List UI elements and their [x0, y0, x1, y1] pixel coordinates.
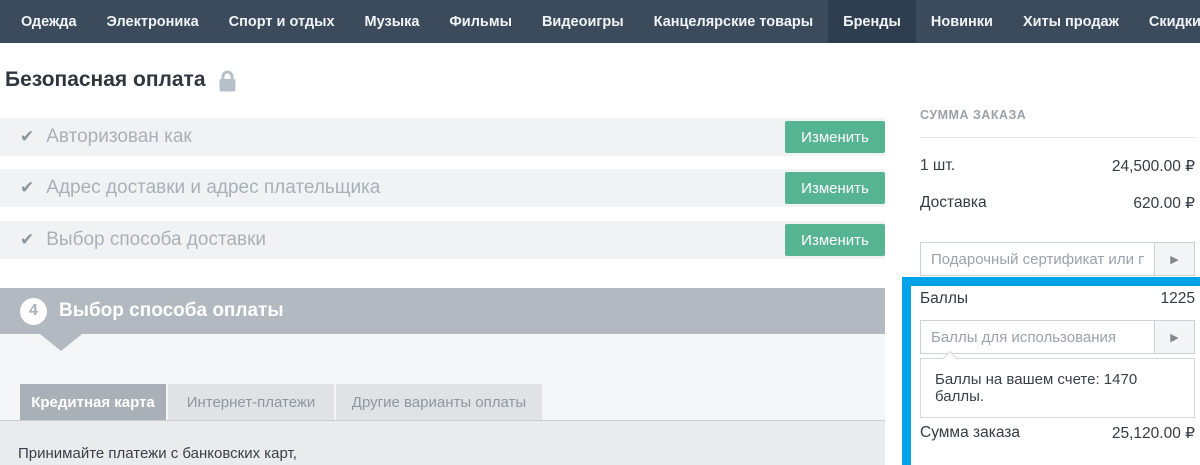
- nav-item-clothes[interactable]: Одежда: [6, 0, 92, 43]
- step-label: Авторизован как: [46, 126, 191, 148]
- total-label: Сумма заказа: [920, 424, 1020, 443]
- change-auth-button[interactable]: Изменить: [785, 121, 885, 153]
- line-label: 1 шт.: [920, 157, 955, 176]
- divider: [920, 137, 1195, 138]
- step-label: Адрес доставки и адрес плательщика: [46, 177, 380, 199]
- tab-content-panel: Принимайте платежи с банковских карт,: [0, 420, 885, 465]
- points-label: Баллы: [920, 290, 968, 308]
- total-value: 25,120.00 ₽: [1112, 424, 1195, 443]
- nav-item-movies[interactable]: Фильмы: [434, 0, 527, 43]
- line-label: Доставка: [920, 194, 987, 213]
- gift-certificate-input[interactable]: [921, 243, 1154, 275]
- page-title-text: Безопасная оплата: [5, 68, 206, 92]
- lock-icon: [217, 69, 238, 92]
- step-row-delivery: ✔ Выбор способа доставки Изменить: [0, 221, 885, 259]
- change-address-button[interactable]: Изменить: [785, 172, 885, 204]
- check-icon: ✔: [20, 230, 34, 250]
- tab-credit-card[interactable]: Кредитная карта: [20, 384, 166, 420]
- arrow-right-icon: ▶: [1170, 253, 1178, 266]
- nav-item-videogames[interactable]: Видеоигры: [527, 0, 639, 43]
- summary-line-shipping: Доставка 620.00 ₽: [920, 194, 1195, 213]
- top-navigation: Одежда Электроника Спорт и отдых Музыка …: [0, 0, 1200, 43]
- points-value: 1225: [1161, 290, 1195, 308]
- nav-item-music[interactable]: Музыка: [350, 0, 435, 43]
- nav-item-stationery[interactable]: Канцелярские товары: [639, 0, 828, 43]
- payment-step-caret: [40, 334, 82, 351]
- check-icon: ✔: [20, 178, 34, 198]
- nav-item-electronics[interactable]: Электроника: [92, 0, 214, 43]
- summary-line-items: 1 шт. 24,500.00 ₽: [920, 157, 1195, 176]
- gift-certificate-submit-button[interactable]: ▶: [1154, 243, 1194, 275]
- step-number-badge: 4: [20, 298, 47, 325]
- tab-other-options[interactable]: Другие варианты оплаты: [336, 384, 542, 420]
- tab-content-text: Принимайте платежи с банковских карт,: [18, 445, 297, 462]
- order-summary-title: СУММА ЗАКАЗА: [920, 108, 1026, 122]
- nav-item-new[interactable]: Новинки: [916, 0, 1008, 43]
- change-delivery-button[interactable]: Изменить: [785, 224, 885, 256]
- payment-step-header: 4 Выбор способа оплаты: [0, 288, 885, 334]
- nav-item-bestsellers[interactable]: Хиты продаж: [1008, 0, 1134, 43]
- payment-tabs: Кредитная карта Интернет-платежи Другие …: [20, 384, 542, 420]
- points-balance-line: Баллы 1225: [920, 290, 1195, 308]
- points-note-tooltip: Баллы на вашем счете: 1470 баллы.: [920, 358, 1195, 418]
- points-input[interactable]: [921, 321, 1154, 353]
- line-value: 620.00 ₽: [1133, 194, 1195, 213]
- order-summary: СУММА ЗАКАЗА 1 шт. 24,500.00 ₽ Доставка …: [920, 100, 1195, 465]
- points-note-text: Баллы на вашем счете: 1470 баллы.: [935, 371, 1137, 405]
- gift-certificate-group: ▶: [920, 242, 1195, 276]
- order-total-line: Сумма заказа 25,120.00 ₽: [920, 424, 1195, 443]
- page-title: Безопасная оплата: [5, 68, 238, 92]
- step-row-address: ✔ Адрес доставки и адрес плательщика Изм…: [0, 169, 885, 207]
- check-icon: ✔: [20, 127, 34, 147]
- step-row-authorized: ✔ Авторизован как Изменить: [0, 118, 885, 156]
- points-input-group: ▶: [920, 320, 1195, 354]
- nav-item-brands[interactable]: Бренды: [828, 0, 916, 43]
- step-label: Выбор способа доставки: [46, 229, 266, 251]
- points-submit-button[interactable]: ▶: [1154, 321, 1194, 353]
- nav-item-discounts[interactable]: Скидки: [1134, 0, 1200, 43]
- tab-internet-payments[interactable]: Интернет-платежи: [168, 384, 334, 420]
- arrow-right-icon: ▶: [1170, 331, 1178, 344]
- line-value: 24,500.00 ₽: [1112, 157, 1195, 176]
- checkout-page: Одежда Электроника Спорт и отдых Музыка …: [0, 0, 1200, 465]
- payment-step-title: Выбор способа оплаты: [59, 300, 284, 322]
- nav-item-sport[interactable]: Спорт и отдых: [214, 0, 350, 43]
